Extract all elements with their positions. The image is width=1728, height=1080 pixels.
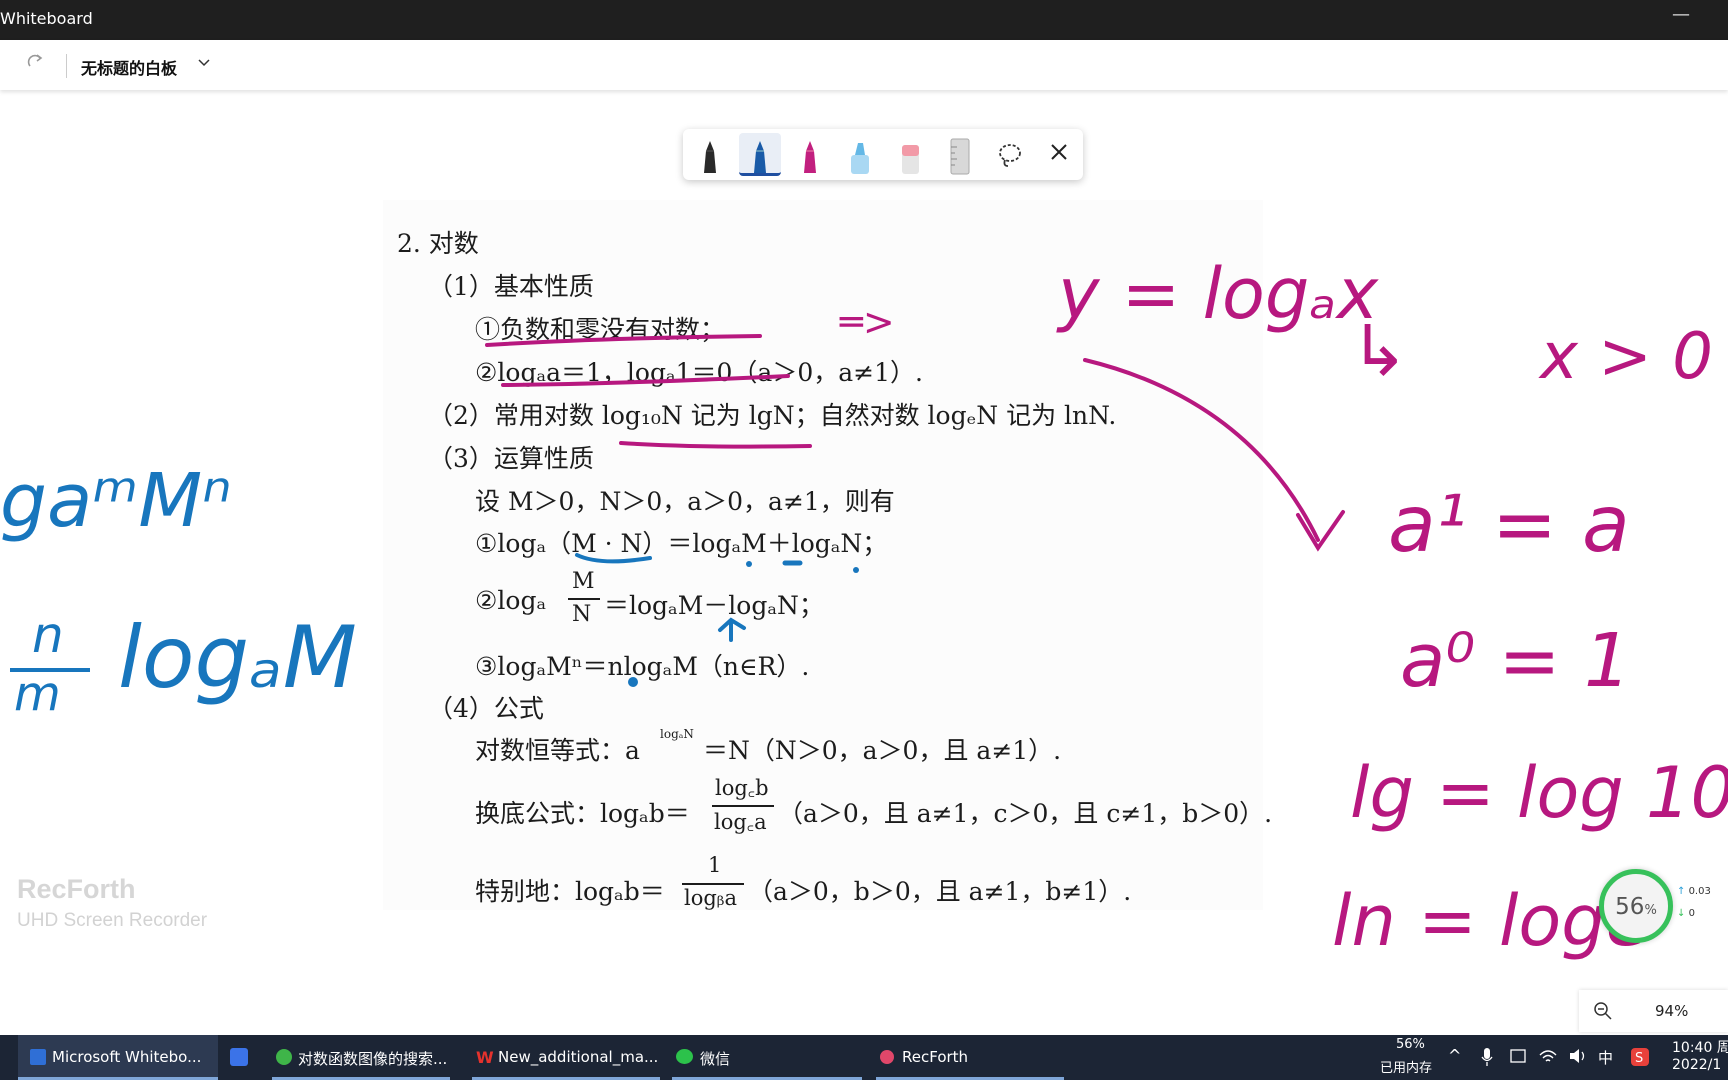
- memory-widget[interactable]: 56% ↑ 0.03 ↓ 0: [1597, 866, 1727, 946]
- zoom-control: 94%: [1579, 990, 1728, 1032]
- taskbar: Microsoft Whitebo... 对数函数图像的搜索... W New_…: [0, 1035, 1728, 1080]
- ink-pink-lg: lg = log 10: [1350, 752, 1728, 834]
- taskbar-label: 对数函数图像的搜索...: [298, 1050, 448, 1068]
- whiteboard-app-icon: [30, 1049, 46, 1065]
- wps-icon: W: [476, 1048, 494, 1067]
- watermark-name: RecForth: [17, 874, 136, 904]
- net-upload: ↑ 0.03: [1677, 886, 1711, 897]
- lasso-icon[interactable]: [989, 133, 1031, 176]
- taskbar-item-feishu[interactable]: [230, 1035, 252, 1080]
- clock-date[interactable]: 2022/1: [1672, 1057, 1721, 1073]
- ink-blue-frac-den: m: [14, 666, 61, 722]
- net-download: ↓ 0: [1677, 908, 1695, 919]
- taskbar-label: RecForth: [902, 1048, 969, 1066]
- memory-percent: 56%: [1615, 894, 1657, 920]
- ink-blue-logaM: logₐM: [118, 608, 357, 708]
- taskbar-item-whiteboard[interactable]: Microsoft Whitebo...: [18, 1035, 218, 1080]
- ink-underline: [501, 374, 790, 387]
- ink-arrow: [718, 617, 746, 642]
- sogou-icon[interactable]: S: [1630, 1047, 1650, 1071]
- taskbar-item-recforth[interactable]: RecForth: [876, 1035, 1064, 1080]
- taskbar-label: 微信: [700, 1050, 731, 1068]
- taskbar-item-wechat[interactable]: 微信: [672, 1035, 862, 1080]
- ink-pink-a0: a⁰ = 1: [1400, 618, 1632, 704]
- watermark-subtitle: UHD Screen Recorder: [17, 910, 208, 931]
- ink-dot: [628, 677, 638, 687]
- microphone-icon[interactable]: [1480, 1047, 1494, 1071]
- wechat-icon: [676, 1049, 693, 1064]
- ink-underline: [619, 441, 812, 449]
- taskbar-label: Microsoft Whitebo...: [52, 1048, 202, 1066]
- tray-mem-label: 已用内存: [1380, 1061, 1433, 1076]
- ink-pink-implies: ═>: [840, 300, 895, 344]
- volume-icon[interactable]: [1568, 1047, 1588, 1069]
- pen-blue-icon[interactable]: [739, 133, 781, 176]
- pen-pink-icon[interactable]: [789, 133, 831, 176]
- eraser-icon[interactable]: [889, 133, 931, 176]
- pen-black-icon[interactable]: [689, 133, 731, 176]
- battery-icon[interactable]: [1508, 1047, 1528, 1069]
- taskbar-item-wps[interactable]: W New_additional_ma...: [472, 1035, 660, 1080]
- ink-pink-arrow: ↳: [1350, 310, 1409, 392]
- clock-time[interactable]: 10:40 周: [1672, 1037, 1728, 1057]
- taskbar-item-browser[interactable]: 对数函数图像的搜索...: [272, 1035, 450, 1080]
- taskbar-label: New_additional_ma...: [498, 1048, 659, 1066]
- pen-toolbar: [683, 129, 1083, 180]
- ink-pink-x: x > 0: [1540, 320, 1713, 394]
- svg-text:S: S: [1635, 1051, 1643, 1066]
- ruler-icon[interactable]: [939, 133, 981, 176]
- zoom-out-icon[interactable]: [1593, 1001, 1613, 1025]
- ink-blue-log: gaᵐMⁿ: [0, 458, 232, 544]
- ime-indicator[interactable]: 中: [1598, 1047, 1613, 1068]
- ink-pink-y: y = logₐx: [1058, 253, 1379, 335]
- zoom-level[interactable]: 94%: [1655, 1002, 1688, 1020]
- close-icon[interactable]: [1046, 139, 1072, 169]
- ink-dot: [746, 561, 752, 567]
- recforth-icon: [880, 1050, 894, 1064]
- ink-pink-a1: a¹ = a: [1388, 480, 1630, 570]
- highlighter-icon[interactable]: [839, 133, 881, 176]
- ink-arrow: [1083, 358, 1320, 542]
- memory-ring: 56%: [1599, 869, 1673, 943]
- ink-blue-frac-num: n: [32, 606, 64, 664]
- browser-icon: [276, 1049, 292, 1065]
- wifi-icon[interactable]: [1538, 1047, 1558, 1069]
- ink-underline: [485, 334, 762, 347]
- chevron-up-icon[interactable]: ^: [1448, 1046, 1461, 1065]
- tray-mem-pct: 56%: [1396, 1037, 1425, 1052]
- app-icon: [230, 1048, 248, 1066]
- ink-underline: [575, 553, 652, 564]
- ink-dot: [853, 567, 859, 573]
